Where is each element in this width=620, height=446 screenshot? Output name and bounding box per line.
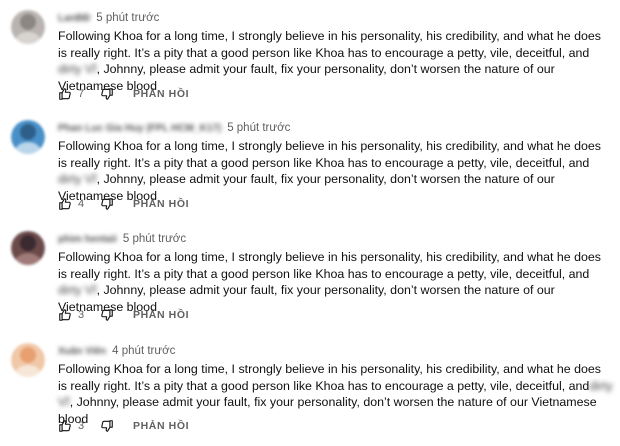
comment-actions: 3 PHẢN HỒI — [58, 417, 189, 435]
reply-button[interactable]: PHẢN HỒI — [133, 420, 189, 432]
thumbs-down-icon[interactable] — [100, 197, 114, 211]
comment-header: LanBÐ 5 phút trước — [58, 10, 159, 26]
comment-list: LanBÐ 5 phút trước Following Khoa for a … — [0, 0, 620, 446]
author-name[interactable]: Phan Luc Gia Huy (FPL HCM_K17) — [58, 123, 221, 134]
blurred-text: dirty Vĩ — [58, 62, 97, 76]
like-count: 4 — [78, 198, 85, 210]
timestamp[interactable]: 5 phút trước — [123, 233, 186, 245]
thumbs-up-icon[interactable] — [58, 197, 72, 211]
thumbs-down-icon[interactable] — [100, 87, 114, 101]
avatar[interactable] — [11, 120, 45, 154]
like-count: 3 — [78, 309, 85, 321]
thumbs-up-icon[interactable] — [58, 419, 72, 433]
like-count: 3 — [78, 420, 85, 432]
thumbs-down-icon[interactable] — [100, 308, 114, 322]
author-name[interactable]: LanBÐ — [58, 13, 90, 24]
thumbs-up-icon[interactable] — [58, 308, 72, 322]
comment-actions: 7 PHẢN HỒI — [58, 85, 189, 103]
avatar[interactable] — [11, 343, 45, 377]
like-count: 7 — [78, 88, 85, 100]
avatar[interactable] — [11, 10, 45, 44]
timestamp[interactable]: 5 phút trước — [227, 122, 290, 134]
avatar[interactable] — [11, 231, 45, 265]
reply-button[interactable]: PHẢN HỒI — [133, 88, 189, 100]
reply-button[interactable]: PHẢN HỒI — [133, 198, 189, 210]
author-name[interactable]: Xuân Viên — [58, 346, 106, 357]
comment-header: Xuân Viên 4 phút trước — [58, 343, 175, 359]
thumbs-down-icon[interactable] — [100, 419, 114, 433]
author-name[interactable]: phim hentaii — [58, 234, 117, 245]
comment-header: phim hentaii 5 phút trước — [58, 231, 186, 247]
reply-button[interactable]: PHẢN HỒI — [133, 309, 189, 321]
blurred-text: dirty Vĩ — [58, 172, 97, 186]
thumbs-up-icon[interactable] — [58, 87, 72, 101]
comment-actions: 3 PHẢN HỒI — [58, 306, 189, 324]
comment-header: Phan Luc Gia Huy (FPL HCM_K17) 5 phút tr… — [58, 120, 290, 136]
comment-actions: 4 PHẢN HỒI — [58, 195, 189, 213]
timestamp[interactable]: 5 phút trước — [96, 12, 159, 24]
blurred-text: dirty Vĩ — [58, 283, 97, 297]
timestamp[interactable]: 4 phút trước — [112, 345, 175, 357]
